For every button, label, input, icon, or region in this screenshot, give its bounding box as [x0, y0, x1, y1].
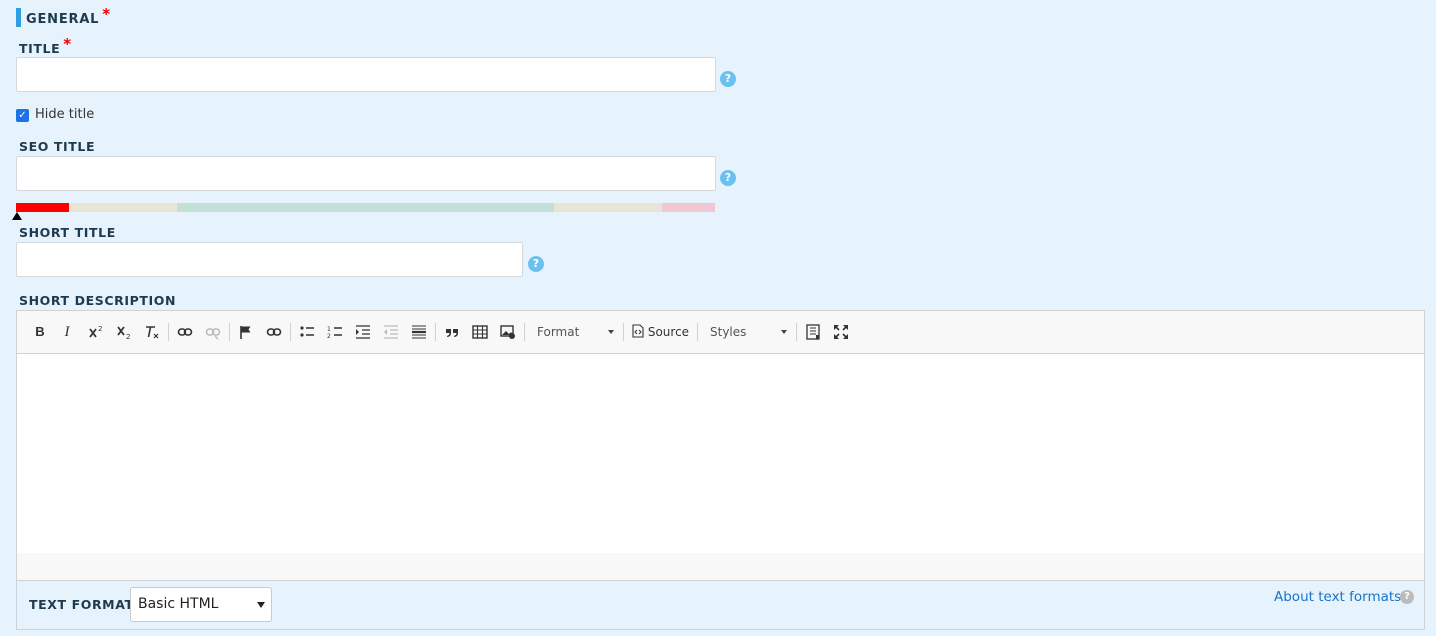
- show-blocks-button[interactable]: [802, 321, 824, 343]
- blockquote-button[interactable]: [441, 321, 463, 343]
- editor-content-area[interactable]: [17, 354, 1424, 553]
- seo-meter-segment-optimal: [177, 203, 554, 212]
- unlink-icon: [205, 328, 221, 340]
- format-dropdown[interactable]: Format: [537, 321, 614, 343]
- short-title-input[interactable]: [16, 242, 523, 277]
- superscript-button[interactable]: 2: [85, 321, 107, 343]
- drupal-link-button[interactable]: [263, 321, 285, 343]
- hide-title-label[interactable]: Hide title: [35, 107, 94, 122]
- subscript-button[interactable]: 2: [113, 321, 135, 343]
- indent-button[interactable]: [352, 321, 374, 343]
- text-format-selected: Basic HTML: [138, 596, 219, 612]
- title-help-icon[interactable]: ?: [720, 71, 736, 87]
- link-icon: [177, 328, 193, 336]
- seo-title-help-icon[interactable]: ?: [720, 170, 736, 186]
- source-button[interactable]: Source: [632, 321, 704, 343]
- editor-toolbar: B I 2 2 12 Format Source Styles: [17, 311, 1424, 354]
- hide-title-checkbox[interactable]: ✓: [16, 109, 29, 122]
- chevron-down-icon: [608, 330, 614, 334]
- seo-meter-segment-too-short: [16, 203, 69, 212]
- seo-title-label: SEO TITLE: [19, 139, 96, 154]
- remove-format-icon: [146, 326, 159, 339]
- maximize-icon: [834, 325, 848, 339]
- section-legend-text: GENERAL: [26, 12, 100, 27]
- svg-text:2: 2: [126, 333, 130, 340]
- svg-text:1: 1: [327, 326, 331, 333]
- title-label: TITLE *: [19, 35, 72, 57]
- table-button[interactable]: [469, 321, 491, 343]
- seo-meter-segment-long: [554, 203, 662, 212]
- maximize-button[interactable]: [830, 321, 852, 343]
- bulleted-list-icon: [300, 326, 314, 337]
- seo-meter-segment-short: [69, 203, 177, 212]
- styles-dropdown-label: Styles: [710, 325, 747, 339]
- source-button-label: Source: [647, 325, 690, 339]
- outdent-button[interactable]: [380, 321, 402, 343]
- about-text-formats-help-icon[interactable]: ?: [1400, 590, 1414, 604]
- source-icon: [632, 324, 644, 338]
- seo-title-input[interactable]: [16, 156, 716, 191]
- text-format-select[interactable]: Basic HTML: [130, 587, 272, 622]
- table-icon: [472, 325, 488, 339]
- media-icon: [500, 325, 515, 339]
- numbered-list-button[interactable]: 12: [324, 321, 346, 343]
- title-input[interactable]: [16, 57, 716, 92]
- short-description-label: SHORT DESCRIPTION: [19, 293, 177, 308]
- bold-button[interactable]: B: [30, 321, 50, 343]
- flag-icon: [240, 326, 251, 339]
- superscript-icon: 2: [89, 325, 102, 338]
- svg-text:2: 2: [98, 325, 102, 333]
- seo-meter-pointer-icon: [12, 212, 22, 220]
- short-title-help-icon[interactable]: ?: [528, 256, 544, 272]
- remove-format-button[interactable]: [141, 321, 163, 343]
- anchor-button[interactable]: [235, 321, 257, 343]
- media-button[interactable]: [497, 321, 519, 343]
- about-text-formats-link[interactable]: About text formats: [1274, 589, 1401, 605]
- section-legend: GENERAL *: [26, 5, 111, 27]
- seo-meter-segment-too-long: [662, 203, 715, 212]
- subscript-icon: 2: [117, 326, 130, 341]
- title-required-marker: *: [63, 35, 72, 53]
- outdent-icon: [384, 325, 398, 339]
- chevron-down-icon: [257, 602, 265, 608]
- seo-length-meter: [16, 203, 715, 212]
- styles-dropdown[interactable]: Styles: [710, 321, 787, 343]
- chevron-down-icon: [781, 330, 787, 334]
- quote-icon: [446, 329, 458, 337]
- horizontal-rule-icon: [412, 325, 426, 339]
- numbered-list-icon: 12: [327, 326, 342, 340]
- link-icon: [266, 328, 282, 336]
- show-blocks-icon: [806, 324, 820, 340]
- section-accent-bar: [16, 8, 21, 27]
- bulleted-list-button[interactable]: [296, 321, 318, 343]
- title-label-text: TITLE: [19, 41, 61, 56]
- required-marker: *: [102, 5, 111, 23]
- unlink-button[interactable]: [202, 321, 224, 343]
- rich-text-editor: B I 2 2 12 Format Source Styles: [16, 310, 1425, 554]
- italic-button[interactable]: I: [57, 321, 77, 343]
- short-title-label: SHORT TITLE: [19, 225, 116, 240]
- text-format-label: TEXT FORMAT: [29, 597, 134, 612]
- svg-text:2: 2: [327, 333, 331, 340]
- horizontal-rule-button[interactable]: [408, 321, 430, 343]
- editor-status-bar: [16, 553, 1425, 581]
- format-dropdown-label: Format: [537, 325, 580, 339]
- link-button[interactable]: [174, 321, 196, 343]
- indent-icon: [356, 325, 370, 339]
